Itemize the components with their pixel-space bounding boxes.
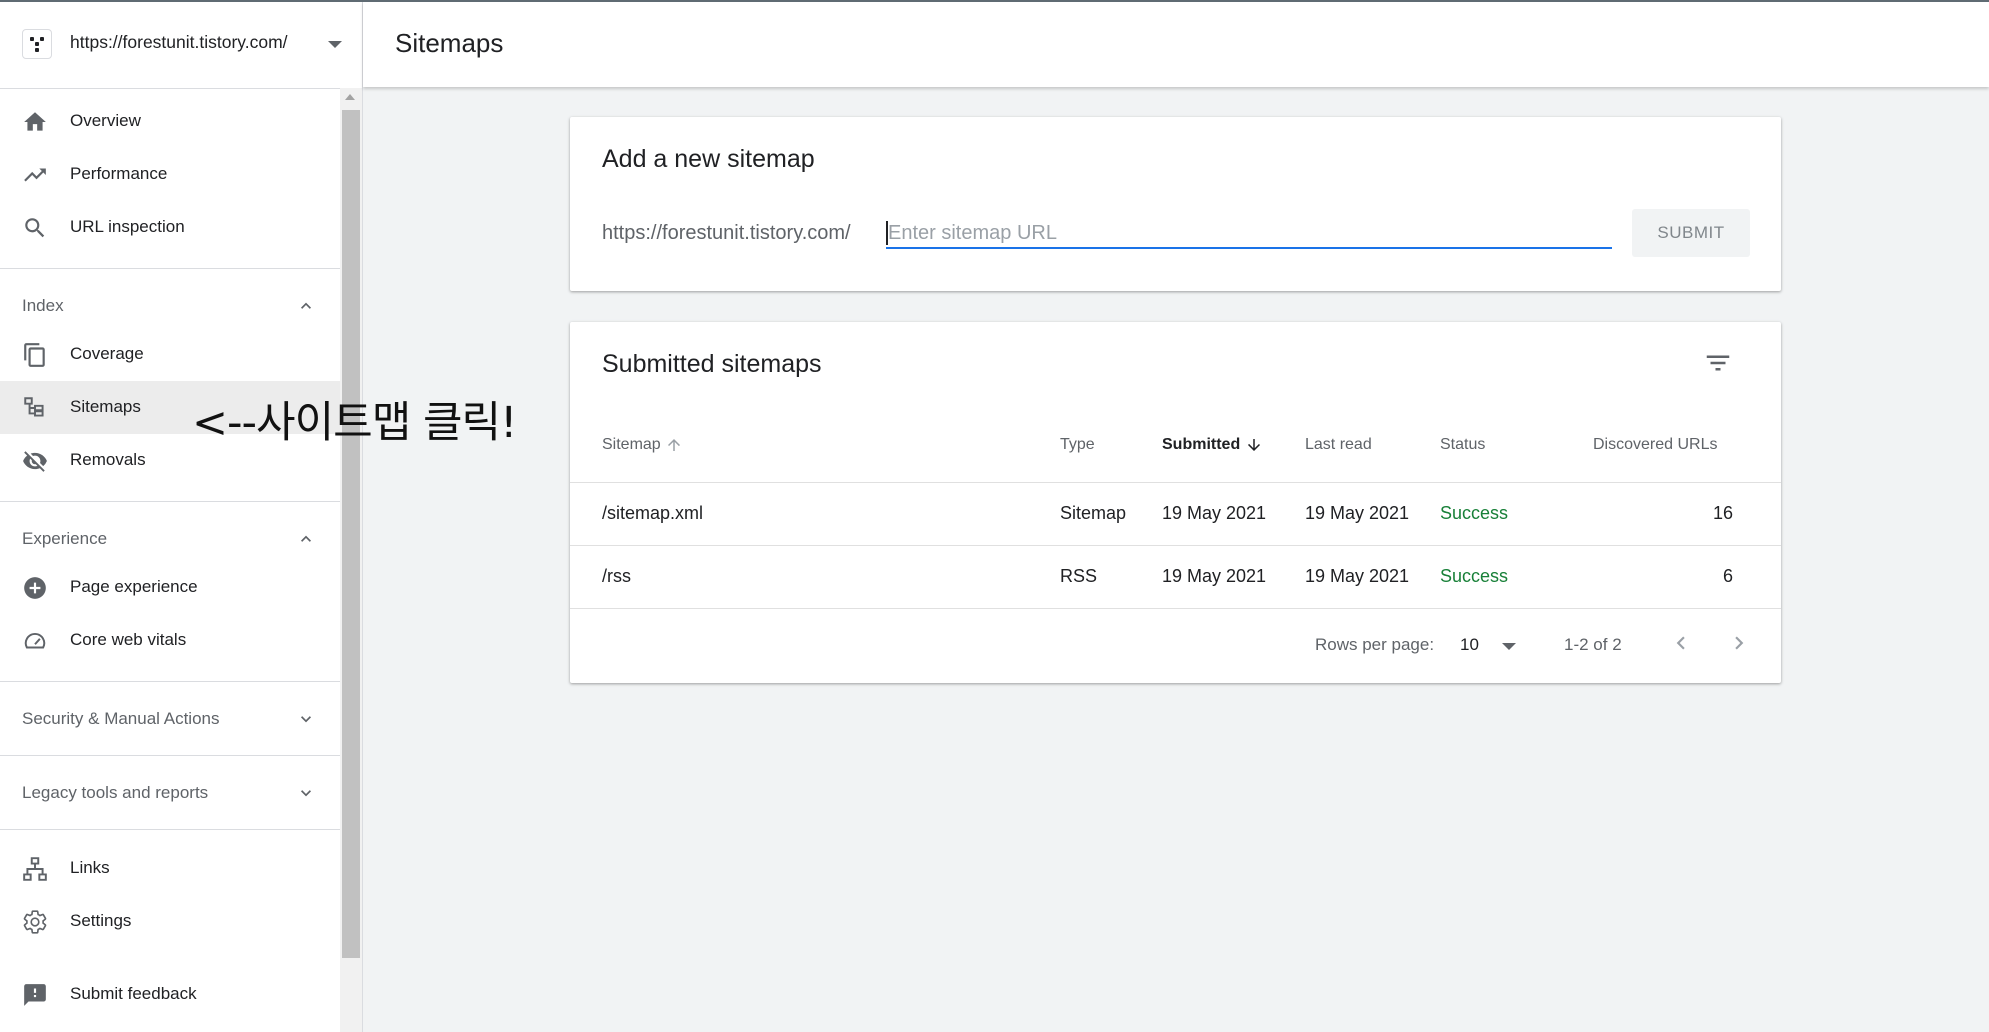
sidebar-item-label: Links xyxy=(70,858,110,877)
divider xyxy=(0,681,340,682)
sidebar-item-label: Sitemaps xyxy=(70,397,141,416)
rows-per-page-caret-icon[interactable] xyxy=(1502,643,1516,650)
cell-discovered-urls: 16 xyxy=(1712,503,1733,523)
sidebar-item-url-inspection[interactable]: URL inspection xyxy=(0,201,340,254)
divider xyxy=(0,755,340,756)
feedback-icon xyxy=(24,984,46,1006)
sidebar-nav: Overview Performance URL inspection Inde… xyxy=(0,88,340,1032)
text-cursor xyxy=(886,221,888,245)
eye-off-icon xyxy=(23,451,47,472)
cell-sitemap: /sitemap.xml xyxy=(602,503,704,523)
sidebar-item-submit-feedback[interactable]: Submit feedback xyxy=(0,968,340,1021)
dropdown-caret-icon xyxy=(328,41,342,48)
chevron-left-icon[interactable] xyxy=(1668,630,1694,656)
rows-per-page-select[interactable]: 10 xyxy=(1460,635,1479,655)
sidebar-item-performance[interactable]: Performance xyxy=(0,148,340,201)
speedometer-icon xyxy=(24,632,46,649)
arrow-up-icon xyxy=(668,439,681,451)
add-sitemap-card: Add a new sitemap https://forestunit.tis… xyxy=(570,117,1781,291)
divider xyxy=(0,268,340,269)
sidebar-scrollbar-thumb[interactable] xyxy=(342,110,360,958)
divider xyxy=(0,829,340,830)
divider xyxy=(0,501,340,502)
sidebar-item-core-web-vitals[interactable]: Core web vitals xyxy=(0,614,340,667)
column-header-submitted[interactable]: Submitted xyxy=(1162,436,1263,454)
column-header-last-read[interactable]: Last read xyxy=(1305,436,1372,454)
sidebar-item-label: URL inspection xyxy=(70,217,185,236)
cell-last-read: 19 May 2021 xyxy=(1305,503,1410,523)
sidebar-item-label: Removals xyxy=(70,450,146,469)
page-title: Sitemaps xyxy=(395,28,504,58)
sidebar-item-overview[interactable]: Overview xyxy=(0,95,340,148)
cell-last-read: 19 May 2021 xyxy=(1305,566,1410,586)
home-icon xyxy=(24,112,46,131)
sidebar-item-page-experience[interactable]: Page experience xyxy=(0,561,340,614)
cell-status: Success xyxy=(1440,566,1509,586)
sidebar-item-label: Core web vitals xyxy=(70,630,187,649)
sidebar-item-label: Performance xyxy=(70,164,168,183)
property-logo-icon xyxy=(22,29,52,59)
section-label: Index xyxy=(22,296,64,315)
links-icon xyxy=(23,857,47,881)
submitted-sitemaps-card: Submitted sitemaps Sitemap Type Submitte… xyxy=(570,322,1781,683)
section-experience[interactable]: Experience xyxy=(0,514,340,564)
chevron-down-icon xyxy=(301,716,311,723)
cell-status: Success xyxy=(1440,503,1509,523)
cell-type: Sitemap xyxy=(1060,503,1127,523)
sitemap-url-prefix: https://forestunit.tistory.com/ xyxy=(602,222,851,244)
table-divider xyxy=(570,482,1781,483)
column-header-sitemap[interactable]: Sitemap xyxy=(602,436,683,454)
sidebar-item-links[interactable]: Links xyxy=(0,842,340,895)
sitemap-icon xyxy=(24,397,44,417)
scroll-up-arrow-icon[interactable] xyxy=(345,94,355,100)
property-selector[interactable]: https://forestunit.tistory.com/ xyxy=(0,2,362,89)
top-border xyxy=(0,0,1989,2)
copy-icon xyxy=(24,343,45,367)
sidebar-item-label: Page experience xyxy=(70,577,198,596)
sidebar-item-label: Settings xyxy=(70,911,132,930)
pagination-range: 1-2 of 2 xyxy=(1564,635,1622,654)
add-circle-icon xyxy=(24,577,46,599)
filter-icon[interactable] xyxy=(1703,348,1733,378)
submitted-sitemaps-title: Submitted sitemaps xyxy=(602,350,822,378)
sidebar-item-settings[interactable]: Settings xyxy=(0,895,340,948)
sidebar-item-label: Coverage xyxy=(70,344,144,363)
cell-type: RSS xyxy=(1060,566,1098,586)
property-url: https://forestunit.tistory.com/ xyxy=(70,32,288,52)
arrow-down-icon xyxy=(1247,439,1260,451)
section-label: Security & Manual Actions xyxy=(22,709,220,728)
sidebar-item-coverage[interactable]: Coverage xyxy=(0,328,340,381)
section-label: Experience xyxy=(22,529,108,548)
sidebar-item-label: Overview xyxy=(70,111,141,130)
submit-button[interactable]: SUBMIT xyxy=(1632,209,1750,257)
cell-discovered-urls: 6 xyxy=(1722,566,1733,586)
sitemap-url-input[interactable] xyxy=(886,219,1612,249)
page-header: Sitemaps xyxy=(363,2,1989,87)
chevron-up-icon xyxy=(301,302,311,309)
cell-submitted: 19 May 2021 xyxy=(1162,566,1267,586)
section-label: Legacy tools and reports xyxy=(22,783,209,802)
table-divider xyxy=(570,608,1781,609)
section-security[interactable]: Security & Manual Actions xyxy=(0,694,340,744)
section-legacy[interactable]: Legacy tools and reports xyxy=(0,768,340,818)
sidebar: https://forestunit.tistory.com/ Overview… xyxy=(0,2,363,1032)
sidebar-item-label: Submit feedback xyxy=(70,984,197,1003)
cell-sitemap: /rss xyxy=(602,566,631,586)
annotation-text: <--사이트맵 클릭! xyxy=(192,398,517,448)
column-header-discovered-urls[interactable]: Discovered URLs xyxy=(1593,436,1717,454)
search-icon xyxy=(25,218,45,238)
table-divider xyxy=(570,545,1781,546)
chevron-right-icon[interactable] xyxy=(1726,630,1752,656)
trending-up-icon xyxy=(24,168,46,182)
gear-icon xyxy=(23,910,47,934)
chevron-up-icon xyxy=(301,535,311,542)
rows-per-page-label: Rows per page: xyxy=(1315,635,1435,654)
column-header-status[interactable]: Status xyxy=(1440,436,1485,454)
column-header-type[interactable]: Type xyxy=(1060,436,1095,454)
cell-submitted: 19 May 2021 xyxy=(1162,503,1267,523)
chevron-down-icon xyxy=(301,790,311,797)
section-index[interactable]: Index xyxy=(0,281,340,331)
add-sitemap-title: Add a new sitemap xyxy=(602,145,815,173)
